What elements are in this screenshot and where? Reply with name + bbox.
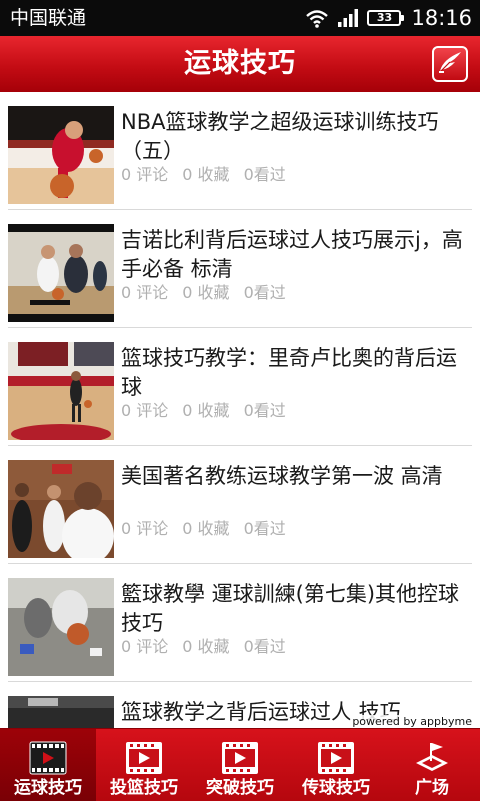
comment-count: 0 评论 [121,637,169,656]
video-icon [317,741,355,775]
clock: 18:16 [411,6,472,30]
list-item[interactable]: 美国著名教练运球教学第一波 高清 0 评论 0 收藏 0看过 [8,446,472,564]
page-title: 运球技巧 [184,48,296,79]
item-title: NBA篮球教学之超级运球训练技巧（五） [121,110,439,163]
comment-count: 0 评论 [121,283,169,302]
comment-count: 0 评论 [121,165,169,184]
tab-passing[interactable]: 传球技巧 [288,729,384,801]
favorite-count: 0 收藏 [182,283,230,302]
tab-label: 突破技巧 [206,778,274,798]
view-count: 0看过 [243,637,286,656]
item-meta: 0 评论 0 收藏 0看过 [121,401,300,421]
tab-label: 广场 [415,778,449,798]
item-meta: 0 评论 0 收藏 0看过 [121,283,300,303]
list-item[interactable]: 籃球教學 運球訓練(第七集)其他控球技巧 0 评论 0 收藏 0看过 [8,564,472,682]
tab-square[interactable]: 广场 [384,729,480,801]
tab-shooting[interactable]: 投篮技巧 [96,729,192,801]
view-count: 0看过 [243,519,286,538]
view-count: 0看过 [243,165,286,184]
list-item[interactable]: 篮球技巧教学：里奇卢比奥的背后运球 0 评论 0 收藏 0看过 [8,328,472,446]
video-thumbnail [8,342,114,440]
favorite-count: 0 收藏 [182,401,230,420]
video-icon [125,741,163,775]
item-meta: 0 评论 0 收藏 0看过 [121,165,300,185]
status-bar: 中国联通 33 18:16 [0,0,480,36]
comment-count: 0 评论 [121,519,169,538]
favorite-count: 0 收藏 [182,165,230,184]
item-title: 吉诺比利背后运球过人技巧展示j，高手必备 标清 [121,228,463,281]
video-thumbnail [8,578,114,676]
wifi-icon [305,8,329,28]
video-icon [29,741,67,775]
bottom-tab-bar: 运球技巧 投篮技巧 突破技巧 传球技巧 广场 [0,728,480,801]
battery-icon: 33 [367,10,405,26]
video-list[interactable]: NBA篮球教学之超级运球训练技巧（五） 0 评论 0 收藏 0看过 吉诺比利背后运球… [0,92,480,728]
video-thumbnail [8,224,114,322]
tab-label: 传球技巧 [302,778,370,798]
video-thumbnail [8,106,114,204]
view-count: 0看过 [243,283,286,302]
title-bar: 运球技巧 [0,36,480,93]
view-count: 0看过 [243,401,286,420]
video-thumbnail [8,696,114,728]
square-icon [413,741,451,775]
tab-label: 运球技巧 [14,778,82,798]
tab-breakthrough[interactable]: 突破技巧 [192,729,288,801]
carrier-name: 中国联通 [10,7,87,29]
comment-count: 0 评论 [121,401,169,420]
item-meta: 0 评论 0 收藏 0看过 [121,637,300,657]
favorite-count: 0 收藏 [182,637,230,656]
powered-by-label: powered by appbyme [350,715,474,729]
list-item[interactable]: NBA篮球教学之超级运球训练技巧（五） 0 评论 0 收藏 0看过 [8,92,472,210]
video-thumbnail [8,460,114,558]
favorite-count: 0 收藏 [182,519,230,538]
signal-icon [337,8,359,28]
item-title: 籃球教學 運球訓練(第七集)其他控球技巧 [121,582,460,635]
tab-label: 投篮技巧 [110,778,178,798]
item-meta: 0 评论 0 收藏 0看过 [121,519,300,539]
item-title: 美国著名教练运球教学第一波 高清 [121,464,443,488]
video-icon [221,741,259,775]
status-icons: 33 18:16 [305,4,472,32]
tab-dribbling[interactable]: 运球技巧 [0,729,96,801]
item-title: 篮球技巧教学：里奇卢比奥的背后运球 [121,346,457,399]
share-button[interactable] [432,46,468,82]
battery-level: 33 [376,11,393,24]
share-feather-icon [437,50,463,78]
list-item[interactable]: 吉诺比利背后运球过人技巧展示j，高手必备 标清 0 评论 0 收藏 0看过 [8,210,472,328]
